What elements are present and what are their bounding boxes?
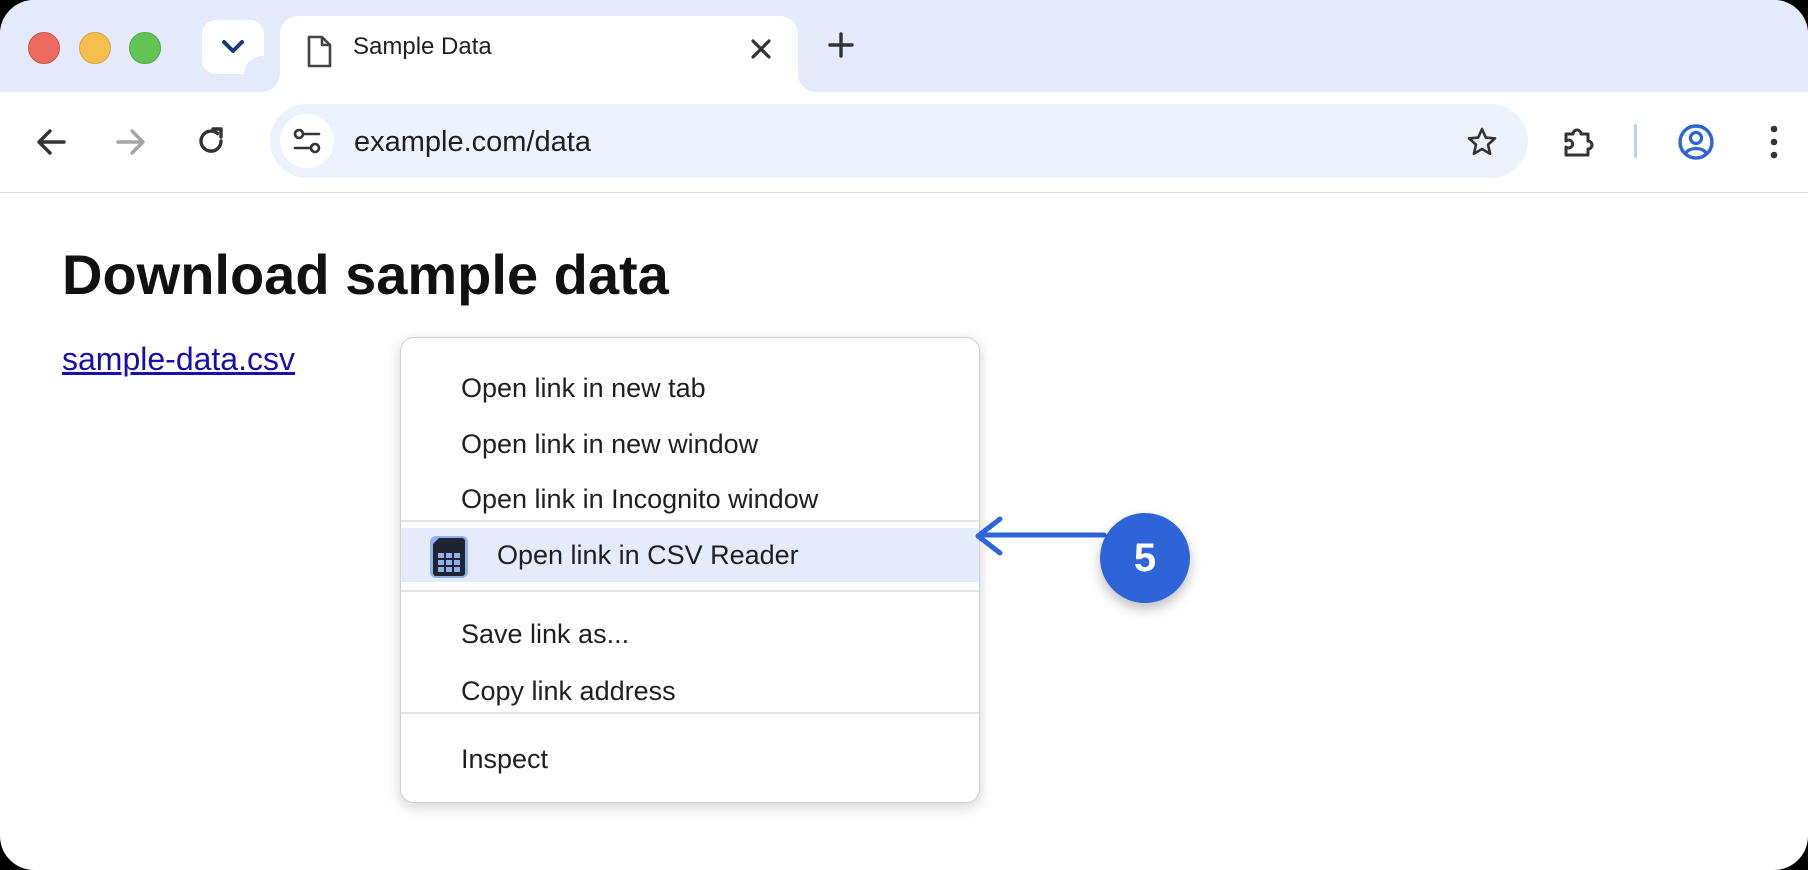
- page-heading: Download sample data: [62, 243, 669, 306]
- csv-reader-icon: [430, 536, 468, 578]
- url-text: example.com/data: [354, 126, 591, 158]
- back-arrow-icon[interactable]: [34, 126, 68, 158]
- toolbar-divider: [1634, 124, 1637, 158]
- bookmark-star-icon[interactable]: [1466, 126, 1498, 158]
- close-window-button[interactable]: [28, 32, 60, 64]
- reload-icon[interactable]: [194, 124, 228, 158]
- menu-separator: [401, 712, 979, 714]
- more-options-icon[interactable]: [1764, 122, 1784, 162]
- document-icon: [307, 35, 332, 68]
- menu-separator: [401, 590, 979, 592]
- csv-file-link[interactable]: sample-data.csv: [62, 341, 295, 377]
- context-menu: Open link in new tab Open link in new wi…: [400, 337, 980, 803]
- address-bar[interactable]: example.com/data: [270, 104, 1528, 178]
- page-content: Download sample data sample-data.csv Ope…: [0, 193, 1808, 870]
- profile-avatar-icon[interactable]: [1676, 122, 1716, 162]
- extensions-puzzle-icon[interactable]: [1560, 122, 1598, 160]
- step-number-badge: 5: [1100, 513, 1190, 603]
- tab-sample-data[interactable]: Sample Data: [244, 16, 834, 92]
- chevron-down-icon: [222, 40, 244, 53]
- new-tab-icon[interactable]: [826, 30, 856, 60]
- callout-arrow-icon: [975, 516, 1107, 556]
- browser-toolbar: example.com/data: [0, 92, 1808, 193]
- site-info-button[interactable]: [280, 114, 334, 168]
- tab-title: Sample Data: [353, 33, 492, 60]
- forward-arrow-icon[interactable]: [114, 126, 148, 158]
- minimize-window-button[interactable]: [79, 32, 111, 64]
- tab-strip: Sample Data: [0, 0, 1808, 92]
- menu-item-open-csv-reader[interactable]: Open link in CSV Reader: [401, 528, 979, 582]
- tune-icon: [293, 128, 321, 154]
- browser-window: Sample Data example.com/data Download sa…: [0, 0, 1808, 870]
- menu-separator: [401, 520, 979, 522]
- zoom-window-button[interactable]: [129, 32, 161, 64]
- close-tab-icon[interactable]: [746, 34, 776, 64]
